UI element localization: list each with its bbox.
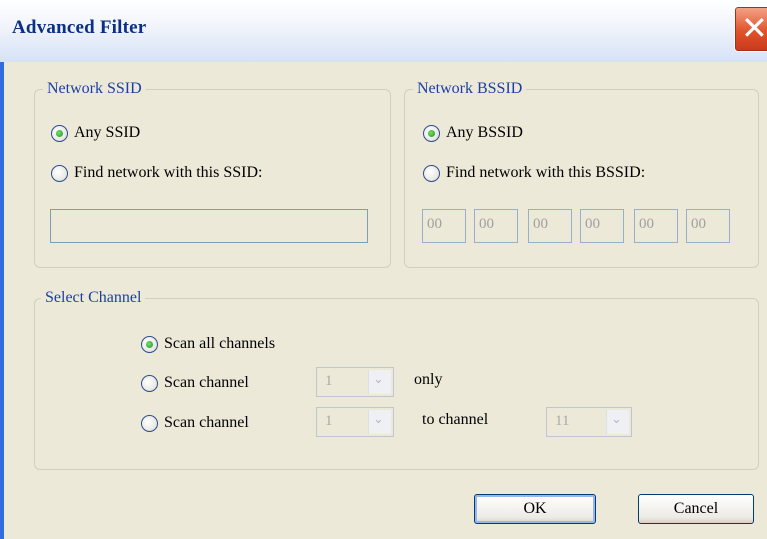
scan-all-channels-label: Scan all channels — [164, 335, 276, 352]
scan-all-channels-radio-indicator[interactable] — [141, 335, 158, 353]
chevron-down-icon: ⌄ — [611, 412, 622, 427]
any-bssid-radio-indicator[interactable] — [423, 124, 440, 142]
bssid-octet-6[interactable]: 00 — [686, 209, 730, 243]
range-from-channel-select[interactable]: 1 ⌄ — [316, 407, 394, 437]
bssid-octet-1[interactable]: 00 — [422, 209, 466, 243]
find-ssid-radio[interactable]: Find network with this SSID: — [51, 164, 262, 182]
any-ssid-radio[interactable]: Any SSID — [51, 124, 140, 142]
select-channel-legend: Select Channel — [41, 288, 146, 308]
ok-button[interactable]: OK — [474, 494, 596, 524]
any-bssid-label: Any BSSID — [446, 124, 523, 141]
cancel-button[interactable]: Cancel — [638, 494, 754, 524]
find-bssid-radio[interactable]: Find network with this BSSID: — [423, 164, 645, 182]
range-to-channel-select[interactable]: 11 ⌄ — [546, 407, 632, 437]
only-label: only — [414, 371, 443, 388]
find-ssid-radio-indicator[interactable] — [51, 164, 68, 182]
scan-channel-range-radio-indicator[interactable] — [141, 414, 158, 432]
window-frame-left — [0, 0, 4, 539]
range-to-dropdown-button[interactable]: ⌄ — [606, 410, 629, 434]
single-channel-select[interactable]: 1 ⌄ — [316, 367, 394, 397]
network-ssid-legend: Network SSID — [43, 79, 146, 99]
find-bssid-label: Find network with this BSSID: — [446, 164, 646, 181]
single-channel-dropdown-button[interactable]: ⌄ — [368, 370, 391, 394]
ssid-input[interactable] — [50, 209, 368, 243]
range-from-channel-value: 1 — [325, 413, 333, 429]
chevron-down-icon: ⌄ — [373, 372, 384, 387]
to-channel-label: to channel — [422, 411, 489, 428]
any-ssid-label: Any SSID — [74, 124, 141, 141]
window-title: Advanced Filter — [12, 17, 147, 38]
range-from-dropdown-button[interactable]: ⌄ — [368, 410, 391, 434]
close-icon: ✕ — [741, 9, 767, 47]
find-bssid-radio-indicator[interactable] — [423, 164, 440, 182]
close-button[interactable]: ✕ — [734, 6, 767, 52]
range-to-channel-value: 11 — [555, 413, 570, 429]
scan-single-channel-radio[interactable]: Scan channel — [141, 374, 249, 392]
network-bssid-legend: Network BSSID — [413, 79, 527, 99]
scan-single-channel-radio-indicator[interactable] — [141, 374, 158, 392]
single-channel-value: 1 — [325, 373, 333, 389]
scan-channel-range-label: Scan channel — [164, 414, 249, 431]
chevron-down-icon: ⌄ — [373, 412, 384, 427]
scan-channel-range-radio[interactable]: Scan channel — [141, 414, 249, 432]
scan-single-channel-label: Scan channel — [164, 374, 249, 391]
title-bar[interactable]: Advanced Filter ✕ — [0, 0, 767, 62]
bssid-octet-5[interactable]: 00 — [634, 209, 678, 243]
bssid-octet-3[interactable]: 00 — [528, 209, 572, 243]
find-ssid-label: Find network with this SSID: — [74, 164, 263, 181]
scan-all-channels-radio[interactable]: Scan all channels — [141, 335, 275, 353]
bssid-octet-2[interactable]: 00 — [474, 209, 518, 243]
any-ssid-radio-indicator[interactable] — [51, 124, 68, 142]
bssid-octet-4[interactable]: 00 — [580, 209, 624, 243]
advanced-filter-dialog: Advanced Filter ✕ Network SSID Any SSID … — [0, 0, 767, 539]
any-bssid-radio[interactable]: Any BSSID — [423, 124, 523, 142]
